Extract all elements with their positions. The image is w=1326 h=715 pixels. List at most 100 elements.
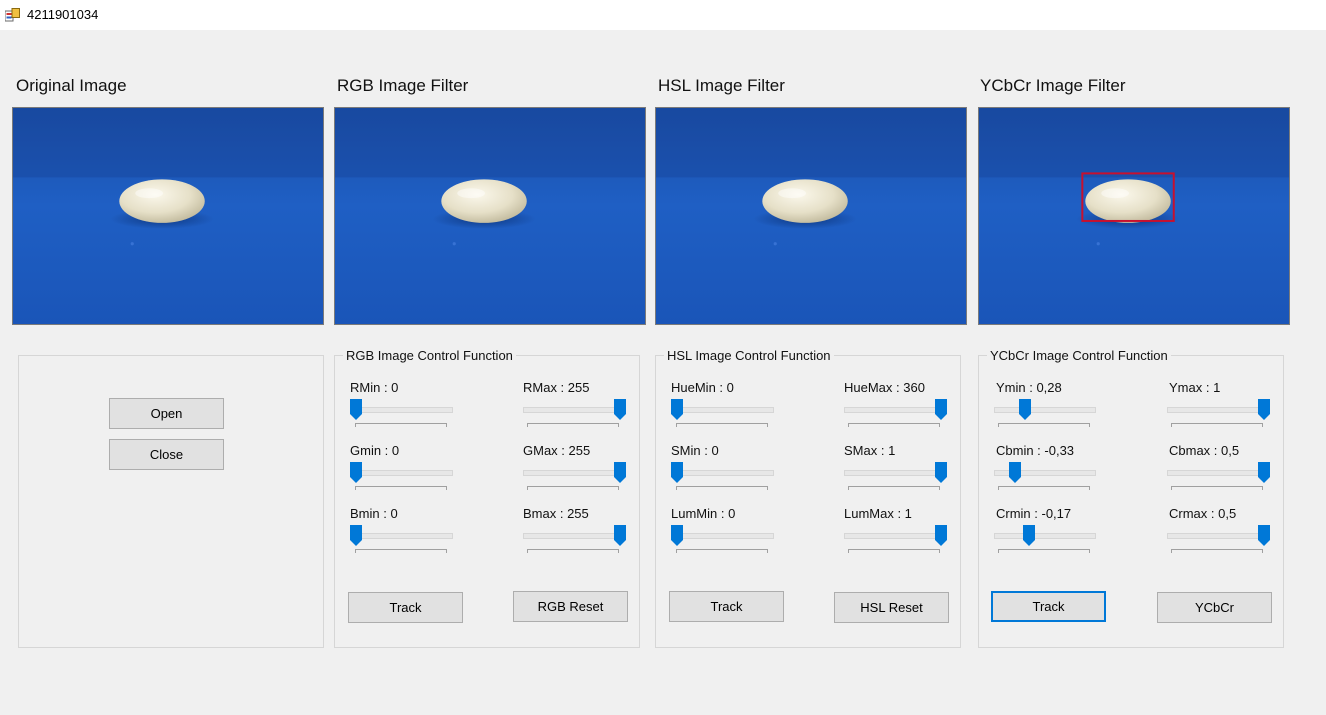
bmin-label: Bmin : 0 bbox=[350, 506, 398, 521]
slider-thumb[interactable] bbox=[1258, 525, 1270, 547]
rgb-reset-button[interactable]: RGB Reset bbox=[513, 591, 628, 622]
huemin-slider[interactable] bbox=[670, 396, 776, 428]
slider-track[interactable] bbox=[844, 470, 946, 476]
gmax-slider[interactable] bbox=[521, 459, 627, 491]
slider-thumb[interactable] bbox=[1258, 462, 1270, 484]
cbmax-label: Cbmax : 0,5 bbox=[1169, 443, 1240, 458]
slider-track[interactable] bbox=[351, 533, 453, 539]
slider-ticks bbox=[998, 423, 1090, 427]
ycbcr-track-button[interactable]: Track bbox=[991, 591, 1106, 622]
slider-ticks bbox=[848, 486, 940, 490]
slider-thumb[interactable] bbox=[671, 399, 683, 421]
slider-track[interactable] bbox=[672, 470, 774, 476]
file-control-group: Open Close bbox=[18, 355, 324, 648]
close-button[interactable]: Close bbox=[109, 439, 224, 470]
cbmin-label: Cbmin : -0,33 bbox=[996, 443, 1075, 458]
slider-track[interactable] bbox=[523, 533, 625, 539]
window-title: 4211901034 bbox=[27, 7, 99, 22]
cbmin-slider[interactable] bbox=[992, 459, 1098, 491]
hsl-control-group: HSL Image Control Function HueMin : 0 Hu… bbox=[655, 348, 961, 648]
smin-slider[interactable] bbox=[670, 459, 776, 491]
rgb-image-box bbox=[334, 107, 646, 325]
slider-track[interactable] bbox=[523, 470, 625, 476]
ycbcr-control-group: YCbCr Image Control Function Ymin : 0,28… bbox=[978, 348, 1284, 648]
slider-ticks bbox=[527, 549, 619, 553]
lummin-slider[interactable] bbox=[670, 522, 776, 554]
ymin-label: Ymin : 0,28 bbox=[996, 380, 1062, 395]
slider-track[interactable] bbox=[523, 407, 625, 413]
slider-track[interactable] bbox=[844, 533, 946, 539]
rgb-track-button[interactable]: Track bbox=[348, 592, 463, 623]
slider-track[interactable] bbox=[994, 407, 1096, 413]
slider-thumb[interactable] bbox=[614, 525, 626, 547]
ycbcr-filter-title: YCbCr Image Filter bbox=[980, 76, 1126, 95]
slider-ticks bbox=[1171, 549, 1263, 553]
slider-track[interactable] bbox=[1167, 533, 1269, 539]
rmin-label: RMin : 0 bbox=[350, 380, 399, 395]
slider-thumb[interactable] bbox=[350, 525, 362, 547]
gmax-label: GMax : 255 bbox=[523, 443, 591, 458]
slider-thumb[interactable] bbox=[1018, 399, 1031, 421]
slider-thumb[interactable] bbox=[671, 462, 683, 484]
open-button[interactable]: Open bbox=[109, 398, 224, 429]
bmax-slider[interactable] bbox=[521, 522, 627, 554]
slider-ticks bbox=[1171, 423, 1263, 427]
rmax-slider[interactable] bbox=[521, 396, 627, 428]
gmin-label: Gmin : 0 bbox=[350, 443, 400, 458]
slider-thumb[interactable] bbox=[350, 462, 362, 484]
ymin-slider[interactable] bbox=[992, 396, 1098, 428]
lummax-label: LumMax : 1 bbox=[844, 506, 912, 521]
huemax-slider[interactable] bbox=[842, 396, 948, 428]
bmin-slider[interactable] bbox=[349, 522, 455, 554]
slider-track[interactable] bbox=[351, 470, 453, 476]
slider-track[interactable] bbox=[994, 533, 1096, 539]
app-icon bbox=[5, 8, 20, 22]
slider-track[interactable] bbox=[672, 533, 774, 539]
slider-track[interactable] bbox=[351, 407, 453, 413]
slider-thumb[interactable] bbox=[671, 525, 683, 547]
slider-ticks bbox=[1171, 486, 1263, 490]
egg-photo bbox=[13, 108, 323, 324]
crmax-slider[interactable] bbox=[1165, 522, 1271, 554]
rmin-slider[interactable] bbox=[349, 396, 455, 428]
hsl-image-box bbox=[655, 107, 967, 325]
slider-thumb[interactable] bbox=[1023, 525, 1036, 547]
slider-thumb[interactable] bbox=[935, 399, 947, 421]
hsl-reset-button[interactable]: HSL Reset bbox=[834, 592, 949, 623]
ymax-slider[interactable] bbox=[1165, 396, 1271, 428]
ycbcr-button[interactable]: YCbCr bbox=[1157, 592, 1272, 623]
slider-ticks bbox=[355, 423, 447, 427]
slider-thumb[interactable] bbox=[935, 525, 947, 547]
egg-photo bbox=[656, 108, 966, 324]
slider-ticks bbox=[676, 423, 768, 427]
slider-track[interactable] bbox=[844, 407, 946, 413]
egg-photo bbox=[335, 108, 645, 324]
slider-thumb[interactable] bbox=[614, 399, 626, 421]
ycbcr-group-label: YCbCr Image Control Function bbox=[987, 348, 1171, 363]
lummax-slider[interactable] bbox=[842, 522, 948, 554]
smax-slider[interactable] bbox=[842, 459, 948, 491]
egg-photo bbox=[979, 108, 1289, 324]
slider-ticks bbox=[676, 486, 768, 490]
smin-label: SMin : 0 bbox=[671, 443, 719, 458]
slider-track[interactable] bbox=[1167, 407, 1269, 413]
title-bar: 4211901034 bbox=[0, 0, 1326, 30]
form-client-area: Original Image RGB Image Filter HSL Imag… bbox=[0, 30, 1326, 715]
slider-thumb[interactable] bbox=[1258, 399, 1270, 421]
crmin-label: Crmin : -0,17 bbox=[996, 506, 1072, 521]
slider-thumb[interactable] bbox=[1008, 462, 1021, 484]
crmax-label: Crmax : 0,5 bbox=[1169, 506, 1237, 521]
original-image-box bbox=[12, 107, 324, 325]
hsl-track-button[interactable]: Track bbox=[669, 591, 784, 622]
slider-thumb[interactable] bbox=[350, 399, 362, 421]
slider-track[interactable] bbox=[672, 407, 774, 413]
hsl-group-label: HSL Image Control Function bbox=[664, 348, 834, 363]
slider-track[interactable] bbox=[1167, 470, 1269, 476]
huemax-label: HueMax : 360 bbox=[844, 380, 925, 395]
slider-thumb[interactable] bbox=[614, 462, 626, 484]
gmin-slider[interactable] bbox=[349, 459, 455, 491]
cbmax-slider[interactable] bbox=[1165, 459, 1271, 491]
crmin-slider[interactable] bbox=[992, 522, 1098, 554]
slider-ticks bbox=[848, 549, 940, 553]
slider-thumb[interactable] bbox=[935, 462, 947, 484]
